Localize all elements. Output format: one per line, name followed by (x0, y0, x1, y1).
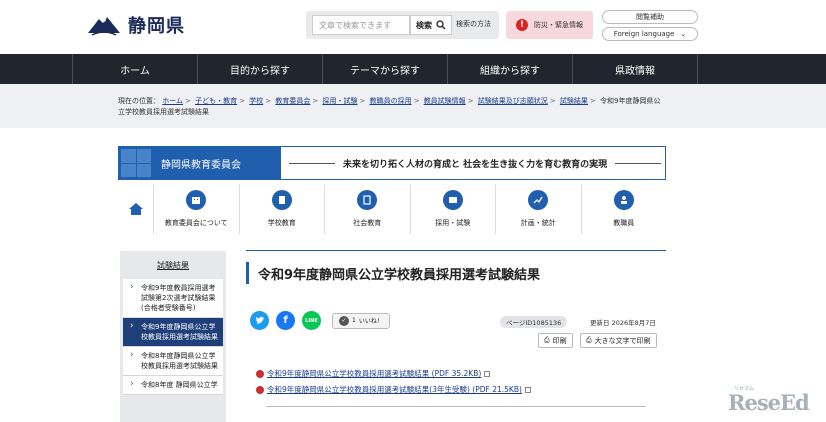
board-tagline-row: 未来を切り拓く人材の育成と 社会を生き抜く力を育む教育の実現 (289, 157, 662, 170)
thumbs-up-icon: ✓ (339, 315, 349, 326)
line-icon[interactable]: LINE (302, 311, 321, 330)
line-chart-icon (528, 190, 549, 210)
book-icon (271, 190, 292, 210)
breadcrumb-link[interactable]: 採用・試験 (322, 97, 357, 105)
page-title: 令和9年度静岡県公立学校教員採用選考試験結果 (246, 262, 666, 284)
board-nav-label: 学校教育 (267, 219, 296, 227)
search-icon (436, 20, 446, 30)
nav-by-organization[interactable]: 組織から探す (448, 54, 573, 84)
pdf-link[interactable]: 令和9年度静岡県公立学校教員採用選考試験結果(3年生受験) (PDF 21.5K… (267, 384, 522, 395)
breadcrumb-link[interactable]: 教員試験情報 (424, 97, 466, 105)
like-count: 1 (352, 317, 356, 324)
alert-icon: ! (516, 19, 528, 31)
nav-home[interactable]: ホーム (72, 54, 198, 84)
board-nav-staff[interactable]: 教職員 (582, 184, 667, 234)
language-label: Foreign language (613, 30, 675, 38)
board-of-education-banner[interactable]: 静岡県教育委員会 未来を切り拓く人材の育成と 社会を生き抜く力を育む教育の実現 (118, 146, 666, 180)
divider (246, 250, 666, 251)
board-nav-plans-statistics[interactable]: 計画・統計 (496, 184, 582, 234)
social-share-bar: f LINE ✓ 1 いいね！ (250, 311, 390, 330)
like-label: いいね！ (358, 318, 383, 325)
building-icon (186, 190, 207, 210)
breadcrumb-link[interactable]: 子ども・教育 (195, 97, 237, 105)
search-button[interactable]: 検索 (410, 15, 452, 35)
search-help-link[interactable]: 検索の方法 (456, 19, 491, 29)
large-text-print-label: 大きな文字で印刷 (594, 336, 651, 345)
person-icon (613, 190, 634, 210)
site-logo[interactable]: 静岡県 (86, 12, 185, 38)
breadcrumb-link[interactable]: 試験結果及び志願状況 (478, 97, 548, 105)
twitter-icon[interactable] (250, 311, 269, 330)
search-input[interactable] (312, 15, 410, 35)
breadcrumb-link[interactable]: ホーム (162, 97, 183, 105)
board-nav-label: 計画・統計 (520, 219, 556, 227)
search-box: 検索 検索の方法 (306, 11, 499, 39)
pdf-icon (256, 385, 264, 394)
board-nav-school-education[interactable]: 学校教育 (240, 184, 325, 234)
document-icon (357, 190, 378, 210)
board-logo-icon (119, 147, 153, 179)
document-links: 令和9年度静岡県公立学校教員採用選考試験結果 (PDF 35.2KB) 令和9年… (256, 368, 666, 400)
language-select[interactable]: Foreign language ⌄ (602, 27, 698, 41)
breadcrumb-link[interactable]: 教職員の採用 (370, 97, 412, 105)
emergency-info-button[interactable]: ! 防災・緊急情報 (506, 11, 593, 39)
board-nav-label: 採用・試験 (435, 219, 471, 227)
breadcrumb-prefix: 現在の位置： (118, 97, 160, 105)
logo-text: 静岡県 (128, 16, 185, 37)
like-button[interactable]: ✓ 1 いいね！ (332, 312, 390, 329)
board-nav-about[interactable]: 教育委員会について (154, 184, 240, 234)
board-nav-label: 教職員 (613, 219, 635, 227)
printer-icon: ⎙ (586, 336, 592, 344)
help-label: 閲覧補助 (636, 13, 664, 21)
side-menu: 試験結果 令和9年度教員採用選考試験第2次選考試験結果(合格者受験番号) 令和9… (120, 251, 226, 422)
updated-date: 更新日 2026年8月7日 (590, 319, 656, 327)
large-text-print-button[interactable]: ⎙ 大きな文字で印刷 (580, 333, 657, 348)
board-home-button[interactable] (118, 184, 154, 234)
divider (266, 406, 646, 407)
mount-fuji-logo-icon (88, 17, 120, 36)
nav-prefectural-info[interactable]: 県政情報 (573, 54, 698, 84)
pdf-link-row: 令和9年度静岡県公立学校教員採用選考試験結果(3年生受験) (PDF 21.5K… (256, 384, 666, 395)
printer-icon: ⎙ (544, 336, 550, 344)
page-id-badge: ページID1085136 (500, 316, 568, 328)
side-menu-item-active[interactable]: 令和9年度静岡県公立学校教員採用選考試験結果 (123, 318, 223, 347)
nav-by-theme[interactable]: テーマから探す (323, 54, 448, 84)
board-nav-label: 社会教育 (353, 219, 382, 227)
board-nav-recruitment[interactable]: 採用・試験 (411, 184, 496, 234)
id-card-icon (442, 190, 463, 210)
board-name: 静岡県教育委員会 (153, 147, 281, 179)
board-tagline: 未来を切り拓く人材の育成と 社会を生き抜く力を育む教育の実現 (342, 160, 608, 170)
breadcrumb: 現在の位置： ホーム > 子ども・教育 > 学校 > 教育委員会 > 採用・試験 > 教職… (0, 84, 826, 128)
print-button[interactable]: ⎙ 印刷 (538, 333, 573, 348)
emergency-label: 防災・緊急情報 (534, 21, 583, 29)
pdf-link[interactable]: 令和9年度静岡県公立学校教員採用選考試験結果 (PDF 35.2KB) (267, 368, 481, 379)
site-header: 静岡県 検索 検索の方法 ! 防災・緊急情報 閲覧補助 Foreign lang… (0, 0, 826, 54)
home-icon (128, 203, 143, 215)
chevron-down-icon: ⌄ (680, 30, 687, 38)
side-menu-title[interactable]: 試験結果 (120, 251, 226, 279)
board-nav-label: 教育委員会について (164, 219, 228, 227)
pdf-link-row: 令和9年度静岡県公立学校教員採用選考試験結果 (PDF 35.2KB) (256, 368, 666, 379)
nav-by-purpose[interactable]: 目的から探す (198, 54, 323, 84)
search-button-label: 検索 (416, 20, 432, 30)
global-nav: ホーム 目的から探す テーマから探す 組織から探す 県政情報 (0, 54, 826, 84)
side-menu-item[interactable]: 令和9年度教員採用選考試験第2次選考試験結果(合格者受験番号) (123, 279, 223, 318)
external-window-icon (524, 386, 531, 393)
board-nav-social-education[interactable]: 社会教育 (325, 184, 411, 234)
board-nav: 教育委員会について 学校教育 社会教育 採用・試験 計画・統計 教職員 (118, 184, 666, 234)
facebook-icon[interactable]: f (276, 311, 295, 330)
print-label: 印刷 (552, 336, 567, 345)
breadcrumb-link[interactable]: 試験結果 (560, 97, 588, 105)
side-menu-item[interactable]: 令和8年度 静岡県公立学 (123, 376, 223, 395)
breadcrumb-link[interactable]: 教育委員会 (275, 97, 310, 105)
side-menu-item[interactable]: 令和8年度静岡県公立学校教員採用選考試験結果 (123, 347, 223, 376)
accessibility-help-button[interactable]: 閲覧補助 (602, 10, 698, 24)
pdf-icon (256, 369, 264, 378)
external-window-icon (484, 370, 491, 377)
watermark-logo: ReseEd (728, 390, 810, 415)
breadcrumb-link[interactable]: 学校 (249, 97, 263, 105)
